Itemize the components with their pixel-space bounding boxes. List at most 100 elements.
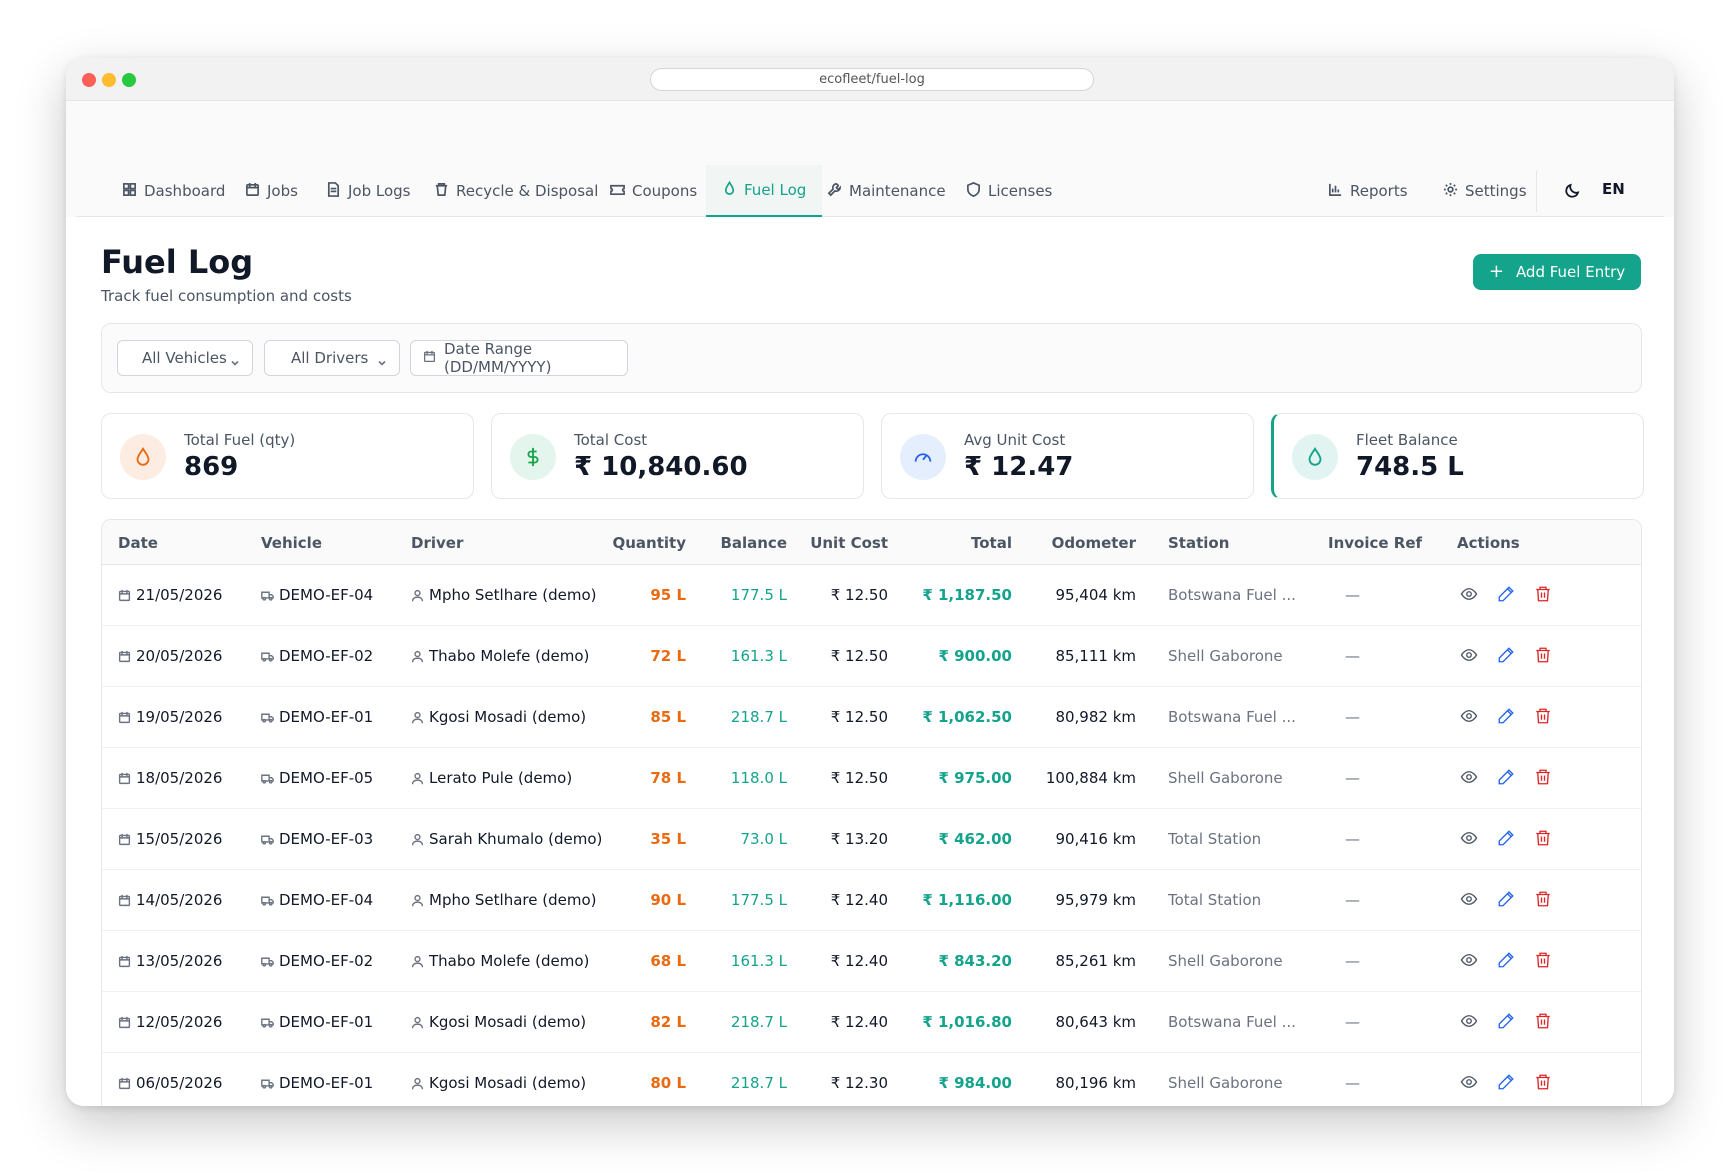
truck-icon — [261, 771, 274, 789]
column-header-odometer[interactable]: Odometer — [1012, 534, 1136, 552]
vehicle-text: DEMO-EF-02 — [279, 952, 374, 970]
nav-item-licenses[interactable]: Licenses — [950, 165, 1068, 217]
truck-icon — [261, 954, 274, 972]
truck-icon — [261, 588, 274, 606]
vehicle-filter-select[interactable]: All Vehicles — [117, 340, 253, 376]
table-row[interactable]: 18/05/2026 DEMO-EF-05 Lerato Pule (demo) 78… — [102, 748, 1641, 809]
delete-icon[interactable] — [1534, 707, 1552, 725]
delete-icon[interactable] — [1534, 951, 1552, 969]
date-range-placeholder: Date Range (DD/MM/YYYY) — [444, 340, 552, 376]
nav-item-reports[interactable]: Reports — [1312, 165, 1424, 217]
nav-item-settings[interactable]: Settings — [1427, 165, 1543, 217]
view-icon[interactable] — [1460, 646, 1478, 664]
add-fuel-entry-button[interactable]: + Add Fuel Entry — [1473, 254, 1641, 290]
nav-item-coupons[interactable]: Coupons — [594, 165, 713, 217]
vehicle-text: DEMO-EF-02 — [279, 647, 374, 665]
nav-item-recycle-disposal[interactable]: Recycle & Disposal — [418, 165, 614, 217]
driver-text: Thabo Molefe (demo) — [429, 952, 590, 970]
minimize-window-button[interactable] — [102, 73, 116, 87]
view-icon[interactable] — [1460, 951, 1478, 969]
delete-icon[interactable] — [1534, 585, 1552, 603]
column-header-unit-cost[interactable]: Unit Cost — [788, 534, 888, 552]
stat-card-total-fuel: Total Fuel (qty) 869 — [101, 413, 474, 499]
language-switcher[interactable]: EN — [1602, 180, 1625, 198]
delete-icon[interactable] — [1534, 829, 1552, 847]
stat-label: Total Cost — [574, 431, 648, 449]
delete-icon[interactable] — [1534, 768, 1552, 786]
row-vehicle: DEMO-EF-05 — [261, 769, 373, 789]
column-header-driver[interactable]: Driver — [411, 534, 463, 552]
delete-icon[interactable] — [1534, 646, 1552, 664]
table-row[interactable]: 12/05/2026 DEMO-EF-01 Kgosi Mosadi (demo) 8… — [102, 992, 1641, 1053]
close-window-button[interactable] — [82, 73, 96, 87]
view-icon[interactable] — [1460, 707, 1478, 725]
column-header-vehicle[interactable]: Vehicle — [261, 534, 322, 552]
vehicle-filter-value: All Vehicles — [142, 349, 227, 367]
delete-icon[interactable] — [1534, 1012, 1552, 1030]
view-icon[interactable] — [1460, 1073, 1478, 1091]
row-station: Total Station — [1168, 830, 1262, 848]
row-date: 14/05/2026 — [118, 891, 222, 911]
maximize-window-button[interactable] — [122, 73, 136, 87]
column-header-balance[interactable]: Balance — [687, 534, 787, 552]
user-icon — [411, 954, 424, 972]
column-header-invoice-ref[interactable]: Invoice Ref — [1328, 534, 1422, 552]
table-row[interactable]: 14/05/2026 DEMO-EF-04 Mpho Setlhare (demo)… — [102, 870, 1641, 931]
row-driver: Thabo Molefe (demo) — [411, 952, 589, 972]
edit-icon[interactable] — [1497, 1073, 1515, 1091]
row-balance: 161.3 L — [730, 647, 787, 665]
date-text: 19/05/2026 — [136, 708, 223, 726]
row-total: ₹ 462.00 — [938, 830, 1012, 848]
nav-item-maintenance[interactable]: Maintenance — [811, 165, 962, 217]
edit-icon[interactable] — [1497, 585, 1515, 603]
delete-icon[interactable] — [1534, 1073, 1552, 1091]
nav-item-fuel-log[interactable]: Fuel Log — [706, 165, 823, 217]
view-icon[interactable] — [1460, 829, 1478, 847]
edit-icon[interactable] — [1497, 707, 1515, 725]
row-driver: Mpho Setlhare (demo) — [411, 586, 597, 606]
row-total: ₹ 1,116.00 — [922, 891, 1012, 909]
delete-icon[interactable] — [1534, 890, 1552, 908]
edit-icon[interactable] — [1497, 829, 1515, 847]
row-invoice-ref: — — [1345, 769, 1360, 787]
nav-item-job-logs[interactable]: Job Logs — [310, 165, 427, 217]
view-icon[interactable] — [1460, 1012, 1478, 1030]
column-header-quantity[interactable]: Quantity — [602, 534, 687, 552]
table-row[interactable]: 13/05/2026 DEMO-EF-02 Thabo Molefe (demo) 6… — [102, 931, 1641, 992]
column-header-total[interactable]: Total — [912, 534, 1012, 552]
table-row[interactable]: 19/05/2026 DEMO-EF-01 Kgosi Mosadi (demo) 8… — [102, 687, 1641, 748]
column-header-station[interactable]: Station — [1168, 534, 1229, 552]
address-bar[interactable]: ecofleet/fuel-log — [650, 68, 1094, 91]
table-row[interactable]: 15/05/2026 DEMO-EF-03 Sarah Khumalo (demo)… — [102, 809, 1641, 870]
column-header-date[interactable]: Date — [118, 534, 158, 552]
row-station: Shell Gaborone — [1168, 769, 1283, 787]
row-date: 06/05/2026 — [118, 1074, 222, 1094]
date-text: 06/05/2026 — [136, 1074, 223, 1092]
nav-item-jobs[interactable]: Jobs — [229, 165, 314, 217]
table-row[interactable]: 06/05/2026 DEMO-EF-01 Kgosi Mosadi (demo) 8… — [102, 1053, 1641, 1106]
nav-item-dashboard[interactable]: Dashboard — [106, 165, 241, 217]
view-icon[interactable] — [1460, 768, 1478, 786]
edit-icon[interactable] — [1497, 951, 1515, 969]
row-total: ₹ 975.00 — [938, 769, 1012, 787]
row-quantity: 35 L — [650, 830, 686, 848]
view-icon[interactable] — [1460, 890, 1478, 908]
calendar-icon — [118, 649, 131, 667]
row-total: ₹ 984.00 — [938, 1074, 1012, 1092]
edit-icon[interactable] — [1497, 890, 1515, 908]
view-icon[interactable] — [1460, 585, 1478, 603]
dark-mode-toggle-icon[interactable] — [1564, 181, 1582, 199]
row-balance: 161.3 L — [730, 952, 787, 970]
edit-icon[interactable] — [1497, 1012, 1515, 1030]
table-row[interactable]: 21/05/2026 DEMO-EF-04 Mpho Setlhare (demo)… — [102, 565, 1641, 626]
row-total: ₹ 1,016.80 — [922, 1013, 1012, 1031]
driver-filter-select[interactable]: All Drivers — [264, 340, 400, 376]
date-text: 18/05/2026 — [136, 769, 223, 787]
row-station: Botswana Fuel ... — [1168, 586, 1296, 604]
user-icon — [411, 588, 424, 606]
row-date: 12/05/2026 — [118, 1013, 222, 1033]
date-range-picker[interactable]: Date Range (DD/MM/YYYY) — [410, 340, 628, 376]
table-row[interactable]: 20/05/2026 DEMO-EF-02 Thabo Molefe (demo) 7… — [102, 626, 1641, 687]
edit-icon[interactable] — [1497, 768, 1515, 786]
edit-icon[interactable] — [1497, 646, 1515, 664]
